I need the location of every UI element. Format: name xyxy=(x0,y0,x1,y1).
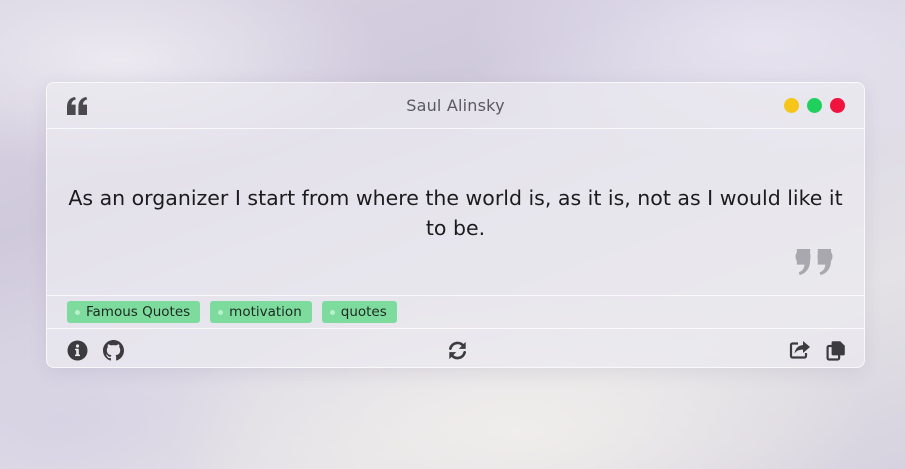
maximize-button[interactable] xyxy=(807,98,822,113)
tag-list: Famous Quotes motivation quotes xyxy=(67,301,397,323)
info-button[interactable] xyxy=(66,339,88,361)
copy-icon xyxy=(826,340,845,361)
tag-label: Famous Quotes xyxy=(86,304,191,320)
title-bar: Saul Alinsky xyxy=(47,83,864,129)
tag-label: quotes xyxy=(340,304,387,320)
window-controls xyxy=(784,98,845,113)
quote-card: Saul Alinsky As an organizer I start fro… xyxy=(46,82,865,368)
share-icon xyxy=(789,341,810,359)
tag-motivation[interactable]: motivation xyxy=(210,301,312,323)
github-icon xyxy=(102,339,124,360)
info-icon xyxy=(67,340,87,360)
share-button[interactable] xyxy=(789,339,811,361)
footer-toolbar xyxy=(47,329,864,369)
quote-text: As an organizer I start from where the w… xyxy=(68,186,843,240)
copy-button[interactable] xyxy=(825,339,847,361)
window-title: Saul Alinsky xyxy=(406,96,505,115)
tag-dot-icon xyxy=(218,309,224,315)
tag-bar: Famous Quotes motivation quotes xyxy=(47,295,864,329)
quote-right-icon xyxy=(795,249,833,276)
tag-label: motivation xyxy=(229,304,302,320)
refresh-button[interactable] xyxy=(446,339,468,361)
tag-dot-icon xyxy=(329,309,335,315)
refresh-icon xyxy=(448,341,466,359)
tag-dot-icon xyxy=(75,309,80,315)
github-button[interactable] xyxy=(102,339,124,361)
close-button[interactable] xyxy=(830,98,845,113)
minimize-button[interactable] xyxy=(784,98,799,113)
tag-famous-quotes[interactable]: Famous Quotes xyxy=(67,301,201,323)
tag-quotes[interactable]: quotes xyxy=(321,301,397,323)
